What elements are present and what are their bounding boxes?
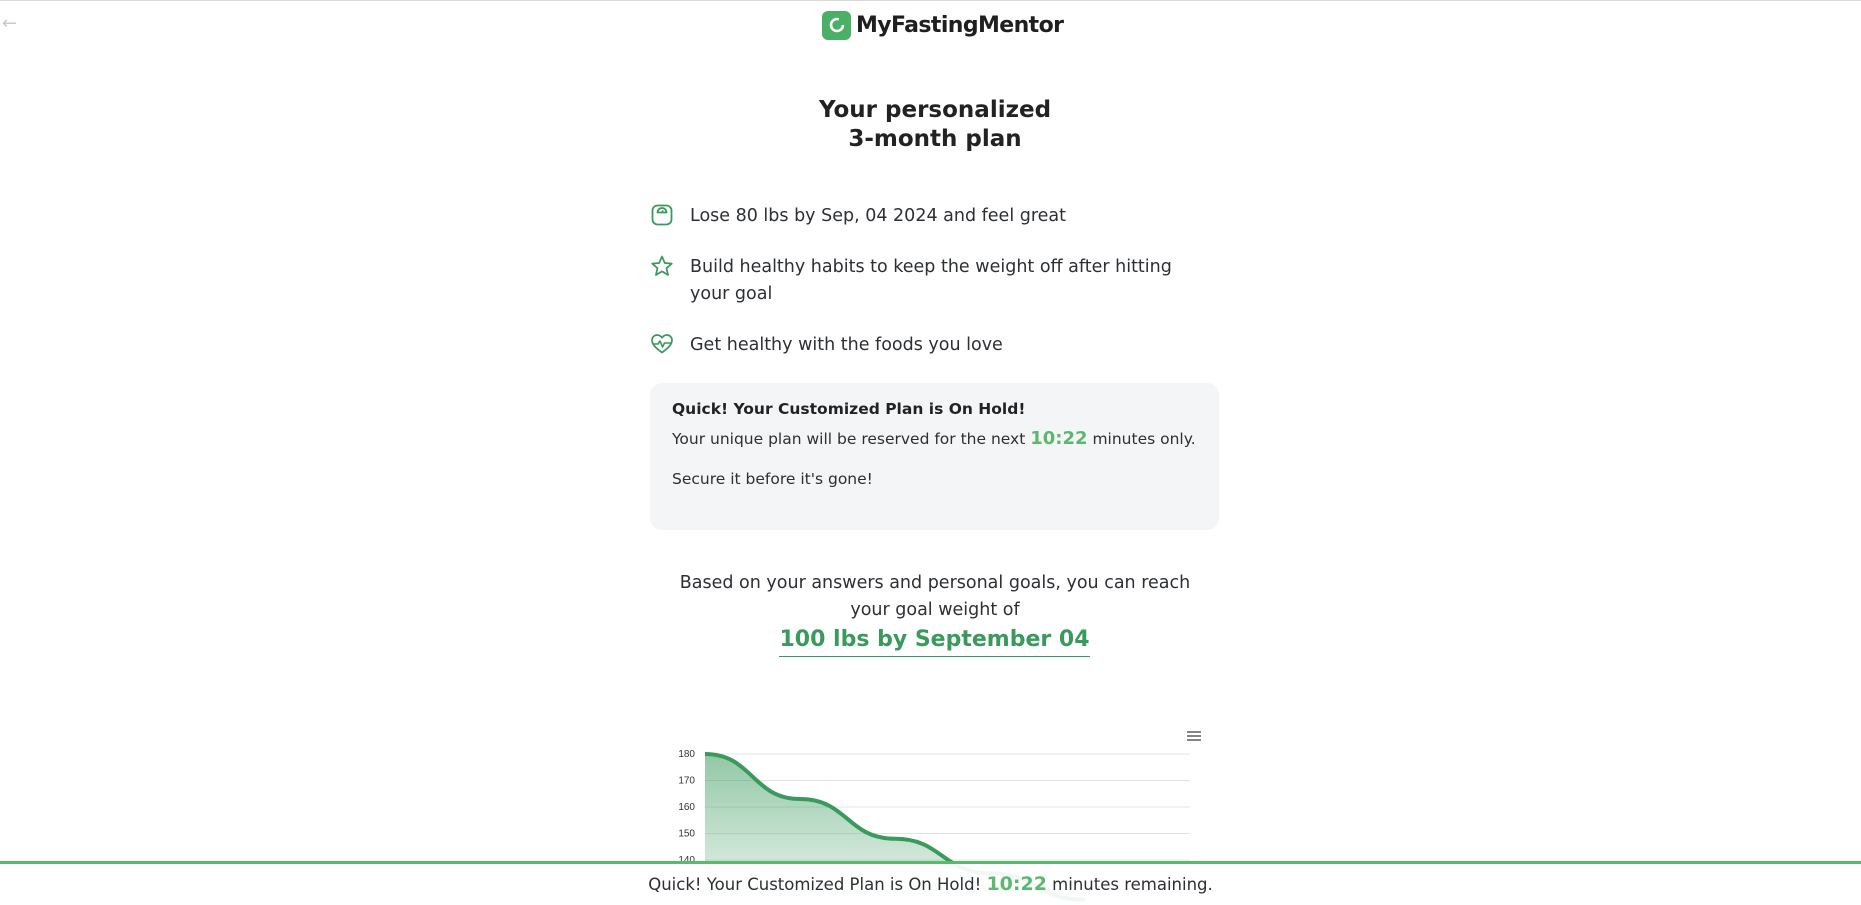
- star-icon: [651, 255, 673, 276]
- secure-text: Secure it before it's gone!: [672, 470, 873, 488]
- benefit-item: Build healthy habits to keep the weight …: [650, 254, 1210, 308]
- goal-weight: 100 lbs by September 04: [650, 625, 1219, 657]
- y-tick-label: 160: [678, 802, 695, 813]
- hold-title: Quick! Your Customized Plan is On Hold!: [672, 400, 1026, 418]
- benefit-item: Get healthy with the foods you love: [650, 332, 1210, 359]
- benefit-item: Lose 80 lbs by Sep, 04 2024 and feel gre…: [650, 203, 1210, 230]
- y-tick-label: 150: [678, 829, 695, 840]
- y-axis-ticks: 180170160150140: [678, 749, 695, 866]
- page-title: Your personalized 3-month plan: [818, 97, 1052, 152]
- hold-text: Your unique plan will be reserved for th…: [672, 428, 1196, 449]
- chart-menu-icon[interactable]: [1185, 728, 1203, 744]
- bottom-countdown-timer: 10:22: [986, 873, 1047, 895]
- logo-mark-icon: [822, 10, 851, 40]
- arrow-left-icon: ←: [2, 13, 18, 34]
- logo-text: MyFastingMentor: [856, 12, 1064, 38]
- logo: MyFastingMentor: [822, 10, 1064, 40]
- benefits-list: Lose 80 lbs by Sep, 04 2024 and feel gre…: [650, 203, 1210, 383]
- countdown-timer: 10:22: [1030, 428, 1088, 449]
- scale-icon: [651, 204, 673, 226]
- top-border: [0, 0, 1861, 1]
- plan-hold-notice: Quick! Your Customized Plan is On Hold! …: [650, 383, 1219, 530]
- result-text: Based on your answers and personal goals…: [679, 573, 1191, 620]
- bottom-countdown-bar: Quick! Your Customized Plan is On Hold! …: [0, 861, 1861, 905]
- y-tick-label: 170: [678, 776, 695, 787]
- back-button[interactable]: ←: [2, 14, 22, 34]
- y-tick-label: 180: [678, 749, 695, 760]
- heart-pulse-icon: [651, 334, 673, 354]
